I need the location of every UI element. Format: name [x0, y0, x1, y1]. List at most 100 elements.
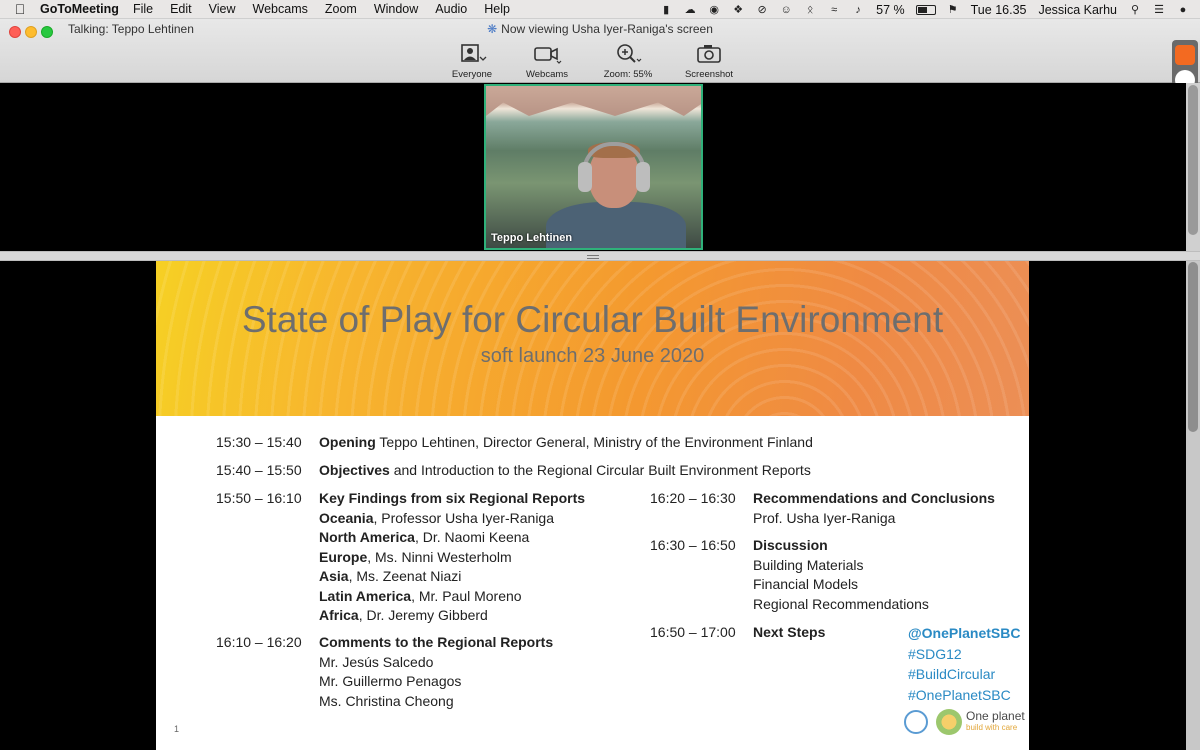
agenda-time: 15:30 – 15:40 [216, 434, 302, 450]
agenda-time: 16:30 – 16:50 [650, 537, 736, 553]
spotlight-search-icon[interactable]: ⚲ [1128, 4, 1142, 16]
cloud-icon[interactable]: ☁ [683, 4, 697, 16]
agenda-key-findings: 15:50 – 16:10 Key Findings from six Regio… [216, 489, 646, 626]
battery-percent[interactable]: 57 % [876, 3, 905, 17]
webcam-scrollbar[interactable] [1186, 83, 1200, 251]
region-item: Latin America, Mr. Paul Moreno [216, 587, 646, 607]
zoom-button[interactable]: Zoom: 55% [593, 41, 663, 80]
everyone-label: Everyone [451, 69, 493, 80]
agenda-time: 15:50 – 16:10 [216, 490, 302, 506]
do-not-disturb-icon[interactable]: ⊘ [755, 4, 769, 16]
webcam-scroll-thumb[interactable] [1188, 85, 1198, 235]
menubar-status-area: ▮ ☁ ◉ ❖ ⊘ ☺ ᛟ ≈ ♪ 57 % ⚑ Tue 16.35 Jessi… [654, 0, 1200, 19]
slide-page-number: 1 [174, 724, 180, 734]
menu-edit[interactable]: Edit [170, 2, 192, 16]
apple-icon[interactable]:  [0, 1, 40, 17]
agenda-heading: Comments to the Regional Reports [319, 634, 554, 650]
wifi-icon[interactable]: ≈ [827, 4, 841, 16]
control-center-icon[interactable]: ☰ [1152, 4, 1166, 16]
region-presenter: , Ms. Zeenat Niazi [348, 568, 462, 584]
menubar-user[interactable]: Jessica Karhu [1038, 3, 1117, 17]
flag-icon[interactable]: ⚑ [946, 4, 960, 16]
discussion-topic: Regional Recommendations [753, 595, 929, 612]
menubar-clock[interactable]: Tue 16.35 [971, 3, 1027, 17]
slide-title: State of Play for Circular Built Environ… [241, 299, 944, 340]
screen-share-icon: ❋ [487, 22, 498, 36]
volume-icon[interactable]: ♪ [851, 4, 865, 16]
slide-subtitle: soft launch 23 June 2020 [480, 345, 705, 367]
region-item: Asia, Ms. Zeenat Niazi [216, 567, 646, 587]
slide-logos: One planet build with care [904, 709, 1025, 735]
agenda-heading: Next Steps [753, 624, 826, 640]
zoom-in-icon [593, 43, 663, 69]
people-icon [437, 43, 507, 69]
accessibility-icon[interactable]: ☺ [779, 4, 793, 16]
region-name: Africa [319, 607, 359, 623]
menu-window[interactable]: Window [374, 2, 418, 16]
agenda-time: 15:40 – 15:50 [216, 462, 302, 478]
agenda-comments: 16:10 – 16:20 Comments to the Regional Re… [216, 633, 646, 711]
zoom-label: Zoom: 55% [603, 69, 653, 80]
region-name: Europe [319, 548, 368, 565]
screenshot-button[interactable]: Screenshot [674, 41, 744, 80]
menu-help[interactable]: Help [484, 2, 510, 16]
logo-tagline: build with care [966, 723, 1018, 732]
battery-icon[interactable] [915, 4, 936, 15]
hashtag: #SDG12 [908, 645, 962, 662]
un-emblem-icon [904, 710, 928, 734]
dropbox-icon[interactable]: ❖ [731, 4, 745, 16]
commenter-item: Mr. Guillermo Penagos [319, 673, 462, 689]
splitter-grip-icon[interactable] [587, 255, 599, 259]
viewing-status: ❋ Now viewing Usha Iyer-Raniga's screen [0, 22, 1200, 36]
menu-app-name[interactable]: GoToMeeting [40, 2, 119, 16]
agenda-heading: Objectives [319, 462, 390, 478]
agenda-heading: Recommendations and Conclusions [753, 490, 995, 506]
camera-icon [674, 43, 744, 69]
region-presenter: , Dr. Naomi Keena [414, 529, 530, 545]
agenda-time: 16:20 – 16:30 [650, 490, 736, 506]
screen-scroll-thumb[interactable] [1188, 262, 1198, 432]
creative-cloud-icon[interactable]: ◉ [707, 4, 721, 16]
agenda-opening: 15:30 – 15:40 Opening Teppo Lehtinen, Dir… [216, 433, 936, 453]
webcam-strip: Teppo Lehtinen [0, 83, 1200, 251]
one-planet-logo-text: One planet build with care [966, 710, 1025, 734]
menu-view[interactable]: View [209, 2, 236, 16]
region-presenter: , Professor Usha Iyer-Raniga [373, 509, 555, 526]
region-presenter: , Dr. Jeremy Gibberd [358, 607, 488, 623]
commenter-item: Ms. Christina Cheong [319, 692, 454, 709]
region-name: Oceania [319, 509, 374, 526]
agenda-objectives: 15:40 – 15:50 Objectives and Introduction… [216, 461, 936, 481]
everyone-button[interactable]: Everyone [437, 41, 507, 80]
bluetooth-icon[interactable]: ᛟ [803, 4, 817, 16]
agenda-time: 16:10 – 16:20 [216, 634, 302, 650]
slide-banner: State of Play for Circular Built Environ… [156, 261, 1029, 416]
region-presenter: , Ms. Ninni Westerholm [367, 548, 512, 565]
hashtag: #OnePlanetSBC [908, 686, 1011, 703]
agenda-detail: Prof. Usha Iyer-Raniga [753, 509, 896, 526]
gotomeeting-toolbar: Talking: Teppo Lehtinen ❋ Now viewing Ush… [0, 19, 1200, 83]
one-planet-logo-icon [936, 709, 962, 735]
agenda-heading: Opening [319, 434, 376, 450]
webcam-tile[interactable]: Teppo Lehtinen [484, 84, 703, 250]
webcam-participant-name: Teppo Lehtinen [491, 232, 573, 244]
siri-icon[interactable]: ● [1176, 4, 1190, 16]
agenda-heading: Discussion [753, 537, 828, 553]
collapse-arrow-icon[interactable] [1175, 45, 1195, 65]
agenda-next-steps: 16:50 – 17:00 Next Steps [650, 623, 910, 643]
region-item: North America, Dr. Naomi Keena [216, 528, 646, 548]
hashtag-list: @OnePlanetSBC #SDG12 #BuildCircular #One… [908, 623, 1020, 705]
shared-screen: State of Play for Circular Built Environ… [0, 261, 1200, 750]
macos-menubar:  GoToMeeting File Edit View Webcams Zoo… [0, 0, 1200, 19]
commenter-item: Mr. Jesús Salcedo [319, 653, 434, 670]
bars-icon[interactable]: ▮ [659, 4, 673, 16]
menu-audio[interactable]: Audio [435, 2, 467, 16]
menu-file[interactable]: File [133, 2, 153, 16]
hashtag: @OnePlanetSBC [908, 625, 1021, 641]
menu-webcams[interactable]: Webcams [253, 2, 308, 16]
screenshot-label: Screenshot [684, 69, 734, 80]
pane-splitter[interactable] [0, 251, 1200, 261]
menu-zoom[interactable]: Zoom [325, 2, 357, 16]
webcams-button[interactable]: Webcams [512, 41, 582, 80]
webcams-label: Webcams [525, 69, 569, 80]
agenda-discussion: 16:30 – 16:50 Discussion Building Materia… [650, 536, 1020, 614]
